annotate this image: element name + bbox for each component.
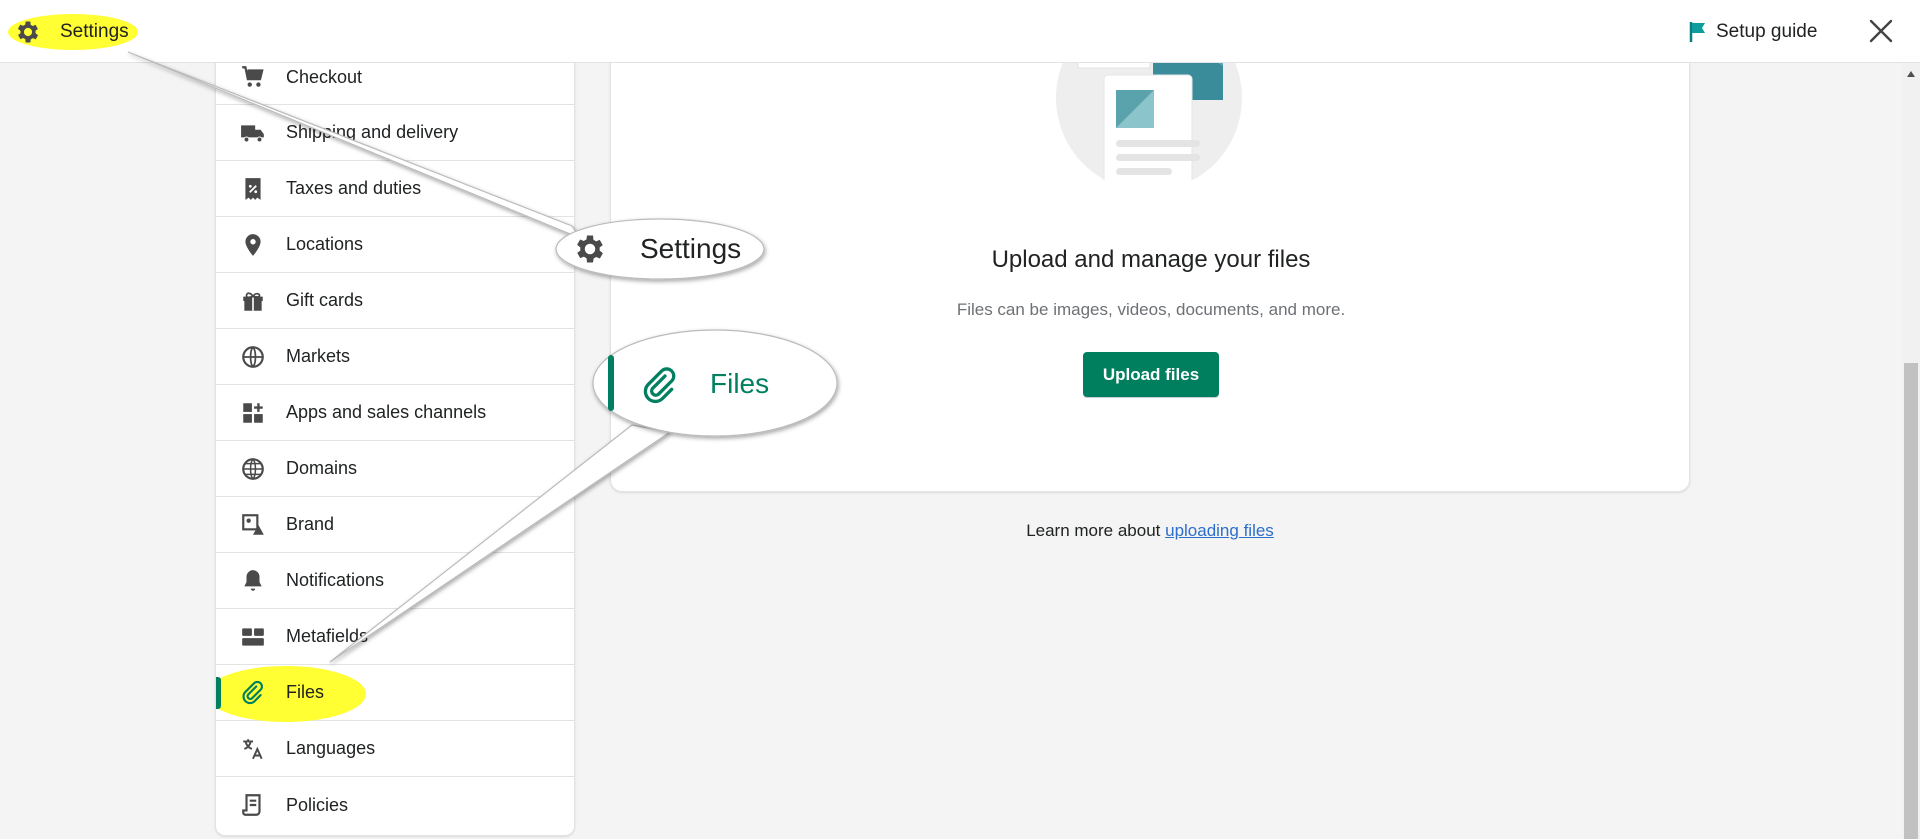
document-icon xyxy=(240,792,266,818)
globe-markets-icon xyxy=(240,344,266,370)
sidebar-item-label: Policies xyxy=(286,794,349,815)
cart-icon xyxy=(240,64,266,90)
page-title: Settings xyxy=(60,21,129,42)
sidebar-item-languages[interactable]: Languages xyxy=(216,721,574,777)
sidebar-item-label: Checkout xyxy=(286,66,363,87)
sidebar-item-locations[interactable]: Locations xyxy=(216,217,574,273)
upload-files-button[interactable]: Upload files xyxy=(1083,352,1219,397)
translate-icon xyxy=(240,736,266,762)
gear-icon xyxy=(17,21,39,43)
top-bar: Settings Setup guide xyxy=(0,0,1920,63)
files-zoom-callout: Files xyxy=(592,330,838,436)
metafields-icon xyxy=(240,624,266,650)
paperclip-icon xyxy=(240,680,266,706)
sidebar-item-policies[interactable]: Policies xyxy=(216,777,574,833)
active-indicator xyxy=(216,677,221,709)
settings-zoom-callout: Settings xyxy=(556,216,764,282)
files-callout-label: Files xyxy=(710,368,770,399)
truck-icon xyxy=(240,120,266,146)
sidebar-item-label: Markets xyxy=(286,346,351,366)
sidebar-item-taxes[interactable]: Taxes and duties xyxy=(216,161,574,217)
files-illustration xyxy=(1056,50,1242,180)
learn-more-prefix: Learn more about xyxy=(1026,521,1166,540)
sidebar-item-label: Files xyxy=(286,682,325,702)
setup-guide-button[interactable]: Setup guide xyxy=(1688,18,1817,46)
sidebar-item-metafields[interactable]: Metafields xyxy=(216,609,574,665)
paperclip-icon xyxy=(643,367,676,404)
sidebar-item-files[interactable]: Files xyxy=(216,665,574,722)
gear-icon xyxy=(577,235,603,263)
sidebar-item-label: Brand xyxy=(286,514,335,534)
sidebar-item-label: Notifications xyxy=(286,570,385,590)
settings-callout-label: Settings xyxy=(640,233,742,264)
sidebar-item-domains[interactable]: Domains xyxy=(216,441,574,497)
apps-icon xyxy=(240,400,266,426)
learn-more-text: Learn more about uploading files xyxy=(610,521,1690,541)
sidebar-item-apps[interactable]: Apps and sales channels xyxy=(216,385,574,441)
sidebar-item-markets[interactable]: Markets xyxy=(216,329,574,385)
active-indicator xyxy=(608,355,614,411)
sidebar-item-label: Metafields xyxy=(286,626,369,646)
sidebar-item-label: Locations xyxy=(286,234,364,254)
empty-state-subtext: Files can be images, videos, documents, … xyxy=(956,300,1346,319)
close-icon[interactable] xyxy=(1866,16,1896,46)
location-pin-icon xyxy=(240,232,266,258)
globe-icon xyxy=(240,456,266,482)
sidebar-item-label: Taxes and duties xyxy=(286,178,422,198)
sidebar-item-label: Shipping and delivery xyxy=(286,122,459,142)
setup-guide-label: Setup guide xyxy=(1716,21,1818,42)
sidebar-item-label: Domains xyxy=(286,458,358,478)
gift-icon xyxy=(240,288,266,314)
flag-icon xyxy=(1689,22,1705,42)
sidebar-item-shipping[interactable]: Shipping and delivery xyxy=(216,105,574,161)
sidebar-item-notifications[interactable]: Notifications xyxy=(216,553,574,609)
sidebar-item-label: Gift cards xyxy=(286,290,364,310)
vertical-scrollbar[interactable] xyxy=(1902,63,1920,839)
sidebar-item-gift-cards[interactable]: Gift cards xyxy=(216,273,574,329)
sidebar-item-brand[interactable]: Brand xyxy=(216,497,574,553)
receipt-percent-icon xyxy=(240,176,266,202)
empty-state-heading: Upload and manage your files xyxy=(991,246,1311,273)
uploading-files-link[interactable]: uploading files xyxy=(1165,521,1274,540)
scroll-up-arrow[interactable] xyxy=(1907,71,1915,77)
bell-icon xyxy=(240,568,266,594)
scrollbar-thumb[interactable] xyxy=(1904,363,1918,839)
settings-sidebar: Checkout Shipping and delivery Taxes and… xyxy=(215,50,575,836)
sidebar-item-label: Languages xyxy=(286,738,376,758)
sidebar-item-label: Apps and sales channels xyxy=(286,402,487,422)
brand-icon xyxy=(240,512,266,538)
